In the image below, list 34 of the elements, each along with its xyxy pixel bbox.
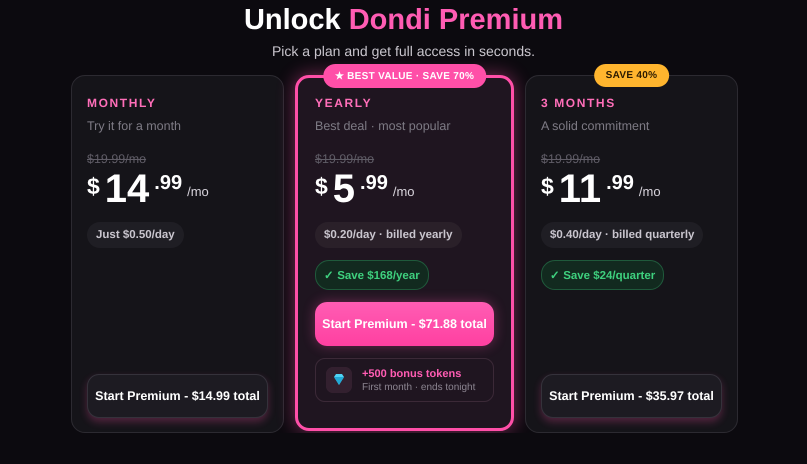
plan-tagline: Try it for a month xyxy=(87,119,182,133)
price-cents: .99 xyxy=(154,172,182,195)
plan-badge: ★ BEST VALUE · SAVE 70% xyxy=(322,64,486,88)
daily-price-chip: $0.40/day · billed quarterly xyxy=(541,222,704,248)
price-whole: 11 xyxy=(558,168,602,210)
plan-tagline: Best deal · most popular xyxy=(315,119,450,133)
price-period: /mo xyxy=(392,184,415,199)
price-whole: 14 xyxy=(104,168,150,210)
plan-tagline: A solid commitment xyxy=(541,119,650,133)
original-price: $19.99/mo xyxy=(315,152,374,166)
subtitle: Pick a plan and get full access in seconds. xyxy=(272,43,536,59)
plan-name: 3 MONTHS xyxy=(541,96,616,110)
price-period: /mo xyxy=(187,184,209,199)
savings-chip: ✓ Save $24/quarter xyxy=(541,260,664,290)
savings-chip: ✓ Save $168/year xyxy=(315,260,429,290)
start-premium-button[interactable]: Start Premium - $35.97 total xyxy=(541,374,722,418)
start-premium-button[interactable]: Start Premium - $14.99 total xyxy=(87,374,268,418)
currency-symbol: $ xyxy=(87,173,100,200)
currency-symbol: $ xyxy=(315,173,328,200)
price-period: /mo xyxy=(638,184,661,199)
page-title: Unlock Dondi Premium xyxy=(244,4,564,37)
plan-name: MONTHLY xyxy=(87,96,156,110)
daily-price-chip: $0.20/day · billed yearly xyxy=(315,222,462,248)
price-whole: 5 xyxy=(332,168,356,210)
bonus-note: First month · ends tonight xyxy=(362,382,476,392)
bonus-title: +500 bonus tokens xyxy=(362,368,462,380)
original-price: $19.99/mo xyxy=(87,152,146,166)
original-price: $19.99/mo xyxy=(541,152,600,166)
price-cents: .99 xyxy=(606,172,634,195)
plan-badge: SAVE 40% xyxy=(594,64,670,87)
plan-name: YEARLY xyxy=(315,96,372,110)
currency-symbol: $ xyxy=(541,173,554,200)
price-cents: .99 xyxy=(360,172,388,195)
daily-price-chip: Just $0.50/day xyxy=(87,222,184,248)
